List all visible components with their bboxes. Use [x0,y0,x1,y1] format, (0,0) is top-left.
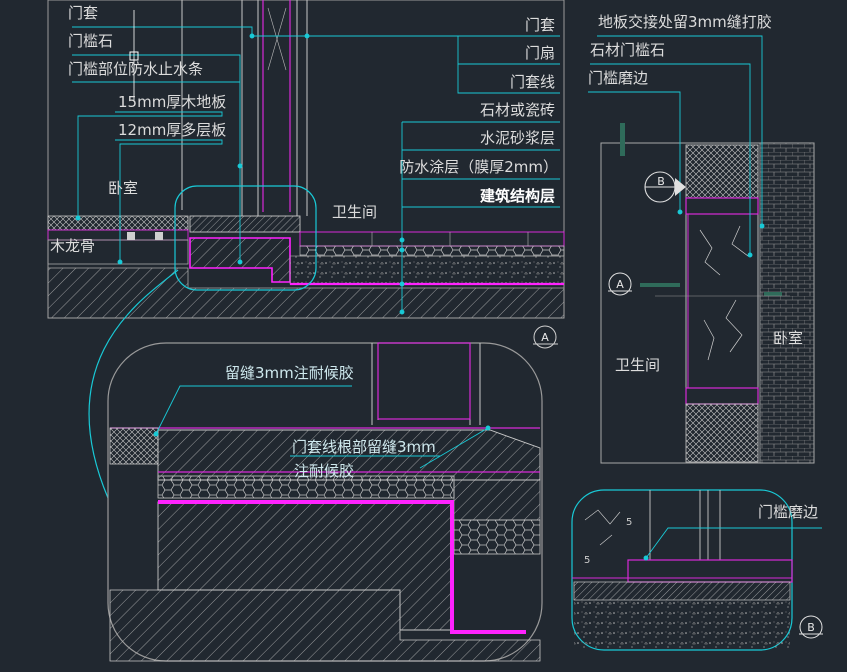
label-floor-joint: 地板交接处留3mm缝打胶 [598,13,772,31]
label-wood-floor: 15mm厚木地板 [118,93,226,111]
threshold-top [189,215,301,233]
stone-veins [699,225,749,361]
cad-drawing: 门套 门槛石 门槛部位防水止水条 15mm厚木地板 12mm厚多层板 门套 门扇… [47,0,823,662]
bath-mortar [299,245,565,257]
dim-5-lower: 5 [584,555,590,566]
svg-text:B: B [657,175,665,188]
detail-wood-floor [109,427,159,465]
wood-floor [47,215,189,231]
section-marker-a: A [533,325,558,349]
plan-frame-top [685,144,759,199]
label-door-leaf: 门扇 [525,44,555,62]
svg-text:A: A [541,331,549,344]
svg-text:A: A [616,278,624,291]
note-sealant: 留缝3mm注耐候胶 [225,364,354,382]
label-stone-tile: 石材或瓷砖 [480,101,555,119]
detail-b: 5 5 门槛磨边 B [571,489,823,651]
detail-mortar-right [453,519,541,555]
label-threshold-stone: 门槛石 [68,32,113,50]
room-bathroom-a: 卫生间 [332,203,377,221]
label-plywood: 12mm厚多层板 [118,121,226,139]
plan-frame-bottom [685,403,759,463]
label-stone-threshold: 石材门槛石 [590,41,665,59]
plan-marker-a: A [608,272,632,296]
detail-b-screed [574,600,790,648]
room-bedroom-plan: 卧室 [773,329,803,347]
section-a: 门套 门槛石 门槛部位防水止水条 15mm厚木地板 12mm厚多层板 门套 门扇… [47,0,565,349]
label-door-casing-right: 门套 [525,16,555,34]
label-mortar: 水泥砂浆层 [480,129,555,147]
detail-b-threshold [573,581,791,601]
label-threshold-edge: 门槛磨边 [588,69,648,87]
label-casing-trim: 门套线 [510,73,555,91]
note-trim-gap: 门套线根部留缝3mm [292,438,436,456]
room-bedroom-a: 卧室 [108,179,138,197]
door-leaf [262,0,291,212]
label-wood-keel: 木龙骨 [50,237,95,255]
svg-text:B: B [807,621,815,634]
door-casing-block [377,342,471,420]
bath-tile [299,231,565,247]
room-bathroom-plan: 卫生间 [615,356,660,374]
plan-stone-wall [685,213,759,389]
enlarged-detail: 留缝3mm注耐候胶 门套线根部留缝3mm 注耐候胶 [107,342,543,662]
label-waterstop: 门槛部位防水止水条 [68,60,203,78]
detail-marker-b: B [799,615,823,639]
dim-5-upper: 5 [626,517,632,528]
label-door-casing: 门套 [68,4,98,22]
plan-brick-wall [759,142,815,464]
label-waterproof: 防水涂层（膜厚2mm） [399,158,558,176]
keel-marks [127,232,163,240]
detail-structure [109,589,541,662]
label-structure: 建筑结构层 [480,187,555,205]
plan-view: 地板交接处留3mm缝打胶 石材门槛石 门槛磨边 卫生间 卧室 B A [588,13,815,464]
note-trim-sealant: 注耐候胶 [294,462,354,480]
label-threshold-edge-b: 门槛磨边 [758,503,818,521]
bath-screed [289,255,565,285]
